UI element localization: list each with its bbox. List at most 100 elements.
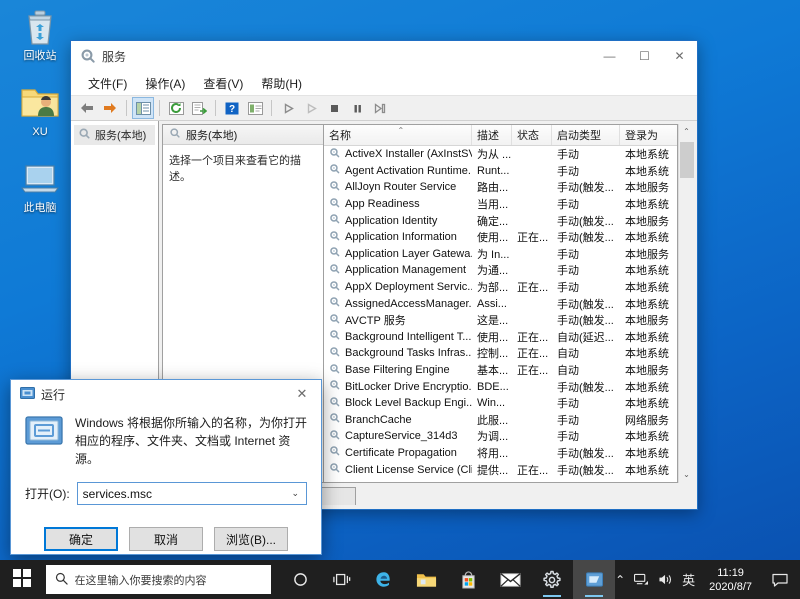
back-icon[interactable] [76, 97, 98, 119]
volume-icon[interactable] [658, 573, 673, 586]
minimize-button[interactable]: — [592, 41, 627, 71]
scrollbar-track[interactable] [679, 140, 694, 467]
cell-status: 正在... [512, 279, 552, 295]
pause-service-icon[interactable] [346, 97, 368, 119]
cell-description: 使用... [472, 229, 512, 245]
table-row[interactable]: ActiveX Installer (AxInstSV)为从 ...手动本地系统 [324, 146, 677, 163]
table-row[interactable]: BranchCache此服...手动网络服务 [324, 412, 677, 429]
stop-service-icon[interactable] [323, 97, 345, 119]
service-name-label: App Readiness [345, 198, 420, 210]
menu-help[interactable]: 帮助(H) [252, 72, 311, 95]
restart-service-icon[interactable] [369, 97, 391, 119]
cortana-icon[interactable] [279, 560, 321, 599]
service-icon [329, 213, 341, 228]
microsoft-store-icon[interactable] [447, 560, 489, 599]
menu-action[interactable]: 操作(A) [136, 72, 194, 95]
table-row[interactable]: AVCTP 服务这是...手动(触发...本地服务 [324, 312, 677, 329]
tree-item-services-local[interactable]: 服务(本地) [74, 125, 155, 145]
search-input[interactable]: 在这里输入你要搜索的内容 [46, 565, 272, 594]
table-row[interactable]: CaptureService_314d3为调...手动本地系统 [324, 428, 677, 445]
edge-icon[interactable] [363, 560, 405, 599]
cancel-button[interactable]: 取消 [129, 527, 203, 551]
list-vertical-scrollbar[interactable]: ⌃ ⌄ [678, 124, 694, 483]
start-button[interactable] [0, 560, 44, 599]
export-list-icon[interactable] [188, 97, 210, 119]
maximize-button[interactable]: ☐ [627, 41, 662, 71]
run-command-input[interactable]: services.msc ⌄ [77, 482, 307, 505]
services-icon [80, 48, 96, 64]
table-row[interactable]: Application Identity确定...手动(触发...本地服务 [324, 212, 677, 229]
close-button[interactable]: ✕ [662, 41, 697, 71]
table-row[interactable]: BitLocker Drive Encryptio...BDE...手动(触发.… [324, 378, 677, 395]
scroll-down-button[interactable]: ⌄ [683, 467, 690, 483]
resume-service-icon[interactable] [300, 97, 322, 119]
service-icon [329, 230, 341, 245]
run-dialog[interactable]: 运行 ✕ Windows 将根据你所输入的名称，为你打开相应的程序、文件夹、文档… [10, 379, 322, 555]
column-header-name[interactable]: 名称 ⌃ [324, 125, 472, 145]
task-view-icon[interactable] [321, 560, 363, 599]
services-node-icon [78, 127, 91, 143]
desktop-icon-recycle-bin[interactable]: 回收站 [8, 6, 72, 63]
table-row[interactable]: AllJoyn Router Service路由...手动(触发...本地服务 [324, 179, 677, 196]
table-row[interactable]: Application Management为通...手动本地系统 [324, 262, 677, 279]
clock[interactable]: 11:19 2020/8/7 [704, 566, 757, 594]
cell-description: Win... [472, 397, 512, 409]
column-header-status[interactable]: 状态 [512, 125, 552, 145]
tray-overflow-icon[interactable]: ⌃ [615, 573, 625, 587]
table-row[interactable]: Background Tasks Infras...控制...正在...自动本地… [324, 345, 677, 362]
forward-icon[interactable] [99, 97, 121, 119]
cell-service-name: ActiveX Installer (AxInstSV) [324, 147, 472, 162]
services-titlebar[interactable]: 服务 — ☐ ✕ [71, 41, 697, 71]
ok-button[interactable]: 确定 [44, 527, 118, 551]
network-icon[interactable] [634, 573, 649, 586]
table-row[interactable]: Background Intelligent T...使用...正在...自动(… [324, 329, 677, 346]
mail-icon[interactable] [489, 560, 531, 599]
file-explorer-icon[interactable] [405, 560, 447, 599]
services-list-pane[interactable]: 名称 ⌃ 描述 状态 启动类型 登录为 ActiveX Installer (A… [324, 124, 678, 483]
menu-view[interactable]: 查看(V) [194, 72, 252, 95]
refresh-icon[interactable] [165, 97, 187, 119]
services-rows[interactable]: ActiveX Installer (AxInstSV)为从 ...手动本地系统… [324, 146, 677, 482]
cell-service-name: BitLocker Drive Encryptio... [324, 379, 472, 394]
show-hide-tree-icon[interactable] [132, 97, 154, 119]
table-row[interactable]: AssignedAccessManager...Assi...手动(触发...本… [324, 295, 677, 312]
column-header-description[interactable]: 描述 [472, 125, 512, 145]
run-dialog-close-button[interactable]: ✕ [283, 380, 321, 408]
cell-description: 为调... [472, 428, 512, 444]
cell-service-name: Application Information [324, 230, 472, 245]
table-row[interactable]: AppX Deployment Servic...为部...正在...手动本地系… [324, 279, 677, 296]
cell-service-name: AppX Deployment Servic... [324, 280, 472, 295]
table-row[interactable]: Certificate Propagation将用...手动(触发...本地系统 [324, 445, 677, 462]
start-service-icon[interactable] [277, 97, 299, 119]
run-dialog-titlebar[interactable]: 运行 ✕ [11, 380, 321, 408]
cell-startup-type: 自动(延迟... [552, 329, 620, 345]
desktop-icon-user-folder[interactable]: XU [8, 82, 72, 139]
column-header-startup-type[interactable]: 启动类型 [552, 125, 620, 145]
settings-icon[interactable] [531, 560, 573, 599]
table-row[interactable]: Base Filtering Engine基本...正在...自动本地服务 [324, 362, 677, 379]
properties-icon[interactable] [244, 97, 266, 119]
sort-ascending-icon: ⌃ [398, 126, 405, 135]
browse-button[interactable]: 浏览(B)... [214, 527, 288, 551]
desktop-icon-this-pc[interactable]: 此电脑 [8, 158, 72, 215]
table-row[interactable]: App Readiness当用...手动本地系统 [324, 196, 677, 213]
table-row[interactable]: Application Information使用...正在...手动(触发..… [324, 229, 677, 246]
service-icon [329, 313, 341, 328]
scrollbar-thumb[interactable] [680, 142, 694, 178]
chevron-down-icon[interactable]: ⌄ [291, 488, 299, 499]
action-center-icon[interactable] [766, 573, 794, 587]
table-row[interactable]: Application Layer Gatewa...为 In...手动本地服务 [324, 246, 677, 263]
scroll-up-button[interactable]: ⌃ [683, 124, 690, 140]
services-taskbar-icon[interactable] [573, 560, 615, 599]
cell-startup-type: 手动(触发... [552, 213, 620, 229]
ime-indicator[interactable]: 英 [682, 570, 695, 589]
table-row[interactable]: Agent Activation Runtime...Runt...手动本地系统 [324, 163, 677, 180]
recycle-bin-icon [8, 6, 72, 48]
help-icon[interactable]: ? [221, 97, 243, 119]
cell-log-on-as: 本地系统 [620, 345, 677, 361]
column-header-log-on-as[interactable]: 登录为 [620, 125, 678, 145]
menu-file[interactable]: 文件(F) [79, 72, 136, 95]
service-icon [329, 163, 341, 178]
table-row[interactable]: Block Level Backup Engi...Win...手动本地系统 [324, 395, 677, 412]
table-row[interactable]: Client License Service (Cli...提供...正在...… [324, 461, 677, 478]
